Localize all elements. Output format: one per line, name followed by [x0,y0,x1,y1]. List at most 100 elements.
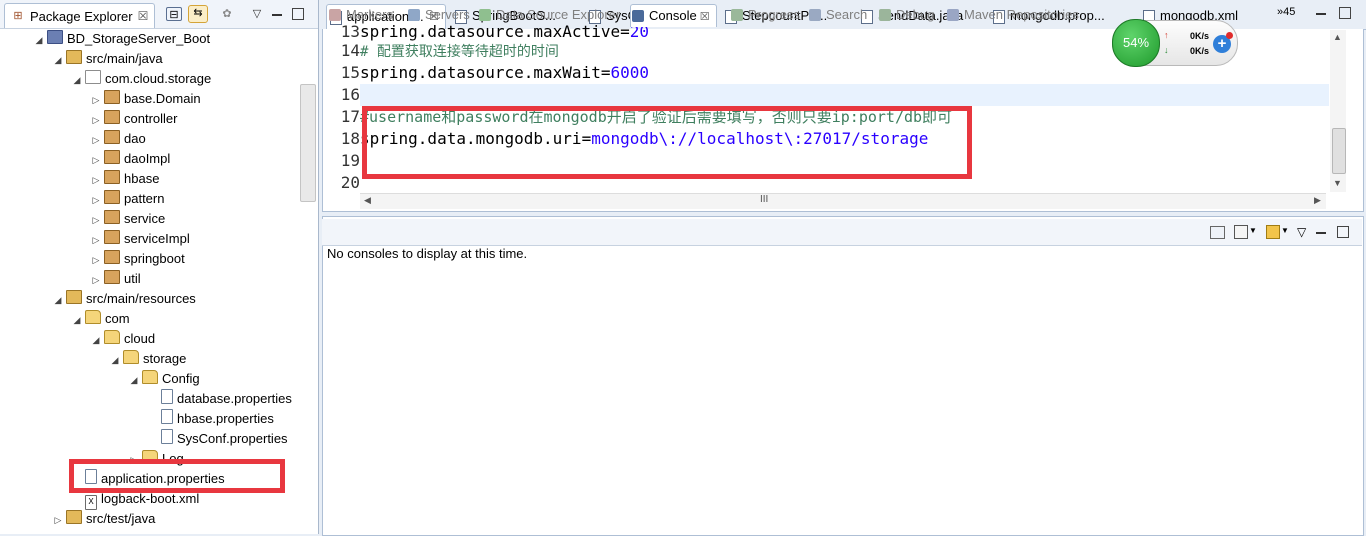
expand-arrow-icon[interactable]: ▷ [91,150,101,170]
tree-item[interactable]: ▷ util [91,269,141,289]
pin-console-icon[interactable] [1210,226,1225,239]
tree-item[interactable]: ◢ cloud [91,329,155,349]
code-line[interactable]: 14# 配置获取连接等待超时的时间 [323,40,559,62]
scroll-grip[interactable]: III [760,194,768,205]
tree-item-label: util [124,271,141,286]
expand-arrow-icon[interactable]: ▷ [91,90,101,110]
tree-item[interactable]: ▷ dao [91,129,146,149]
tree-item[interactable]: ◢ storage [110,349,186,369]
editor-vertical-scroll-thumb[interactable] [1332,128,1346,174]
tree-item[interactable]: ◢ src/main/resources [53,289,196,309]
code-line[interactable]: 19 [323,150,360,172]
console-minimize-icon[interactable] [1316,232,1326,234]
tree-item[interactable]: ◢ com.cloud.storage [72,69,211,89]
maximize-icon[interactable] [292,8,304,20]
project-icon [47,30,63,44]
bottom-tab-label: Maven Repositories [964,7,1079,22]
collapse-arrow-icon[interactable]: ◢ [91,330,101,350]
expand-arrow-icon[interactable]: ▷ [91,130,101,150]
folder-icon [85,310,101,324]
tree-item[interactable]: ▷ serviceImpl [91,229,190,249]
filter-icon[interactable]: ✿ [220,7,234,21]
expand-arrow-icon[interactable]: ▷ [91,170,101,190]
view-menu-chevron-icon[interactable]: ▽ [250,7,264,21]
editor-minimize-icon[interactable] [1316,13,1326,15]
minimize-icon[interactable] [272,14,282,16]
scroll-right-icon[interactable]: ▶ [1314,195,1321,206]
tree-item[interactable]: ▷ springboot [91,249,185,269]
scroll-down-icon[interactable]: ▼ [1333,178,1342,188]
console-maximize-icon[interactable] [1337,226,1349,238]
expand-arrow-icon[interactable]: ▷ [91,190,101,210]
bottom-tab[interactable]: Maven Repositories [946,4,1079,26]
expand-arrow-icon[interactable]: ▷ [53,510,63,530]
code-line[interactable]: 16 [323,84,360,106]
editor-maximize-icon[interactable] [1339,7,1351,19]
link-with-editor-icon[interactable]: ⇆ [188,5,208,23]
close-icon[interactable]: ☒ [138,9,149,23]
display-console-chevron-icon[interactable]: ▼ [1249,226,1257,235]
collapse-all-icon[interactable]: ⊟ [166,7,182,21]
display-console-icon[interactable] [1234,225,1248,239]
memory-percent-circle[interactable]: 54% [1112,19,1160,67]
collapse-arrow-icon[interactable]: ◢ [110,350,120,370]
package-explorer-scrollbar[interactable] [300,84,316,202]
tree-item[interactable]: ◢ BD_StorageServer_Boot [34,29,210,49]
collapse-arrow-icon[interactable]: ◢ [129,370,139,390]
scroll-up-icon[interactable]: ▲ [1333,32,1342,42]
line-number: 19 [340,151,360,170]
expand-arrow-icon[interactable]: ▷ [91,110,101,130]
console-icon [632,10,644,22]
tree-item[interactable]: ▷ controller [91,109,177,129]
tree-item[interactable]: SysConf.properties [148,429,288,449]
bottom-tab[interactable]: Data Source Explorer [478,4,620,26]
package-icon [104,190,120,204]
code-line[interactable]: 15spring.datasource.maxWait=6000 [323,62,649,84]
tree-item[interactable]: ▷ hbase [91,169,159,189]
open-console-chevron-icon[interactable]: ▼ [1281,226,1289,235]
collapse-arrow-icon[interactable]: ◢ [72,70,82,90]
folder-icon [123,350,139,364]
code-line[interactable]: 20 [323,172,360,194]
bottom-tab[interactable]: Console ☒ [630,4,717,27]
tree-item[interactable]: ▷ daoImpl [91,149,170,169]
collapse-arrow-icon[interactable]: ◢ [34,30,44,50]
tab-overflow[interactable]: »45 [1277,6,1295,18]
collapse-arrow-icon[interactable]: ◢ [53,50,63,70]
tree-item[interactable]: ◢ src/main/java [53,49,163,69]
expand-arrow-icon[interactable]: ▷ [91,210,101,230]
upload-arrow-icon: ↑ [1164,30,1169,40]
bottom-tab[interactable]: Markers [328,4,393,26]
scroll-left-icon[interactable]: ◀ [364,195,371,206]
tree-item[interactable]: ▷ src/test/java [53,509,155,529]
tree-item[interactable]: ▷ base.Domain [91,89,201,109]
tree-item[interactable]: ▷ pattern [91,189,164,209]
bottom-tab[interactable]: Progress [730,4,800,26]
collapse-arrow-icon[interactable]: ◢ [72,310,82,330]
open-console-icon[interactable] [1266,225,1280,239]
folder-icon [104,330,120,344]
expand-arrow-icon[interactable]: ▷ [91,230,101,250]
tree-item-label: dao [124,131,146,146]
tree-item[interactable]: ◢ Config [129,369,200,389]
expand-arrow-icon[interactable]: ▷ [91,270,101,290]
bottom-tab[interactable]: Servers [407,4,470,26]
folder-icon [142,370,158,384]
expand-arrow-icon[interactable]: ▷ [91,250,101,270]
bottom-tabbar [322,219,1362,246]
collapse-arrow-icon[interactable]: ◢ [53,290,63,310]
bottom-tab[interactable]: Debug [878,4,934,26]
bottom-tab[interactable]: Search [808,4,867,26]
package-icon [104,90,120,104]
view-menu-icon[interactable]: ▽ [1297,225,1306,239]
tree-item[interactable]: ◢ com [72,309,130,329]
tree-item[interactable]: database.properties [148,389,292,409]
bottom-tab-label: Console [649,8,697,23]
console-close-icon[interactable]: ☒ [697,11,710,23]
package-explorer-tab[interactable]: ⊞ Package Explorer ☒ [4,3,156,28]
search-icon [809,9,821,21]
tree-item-label: src/main/resources [86,291,196,306]
tree-item[interactable]: hbase.properties [148,409,274,429]
editor-horizontal-scrollbar[interactable]: ◀ III ▶ [360,193,1326,209]
tree-item[interactable]: ▷ service [91,209,165,229]
